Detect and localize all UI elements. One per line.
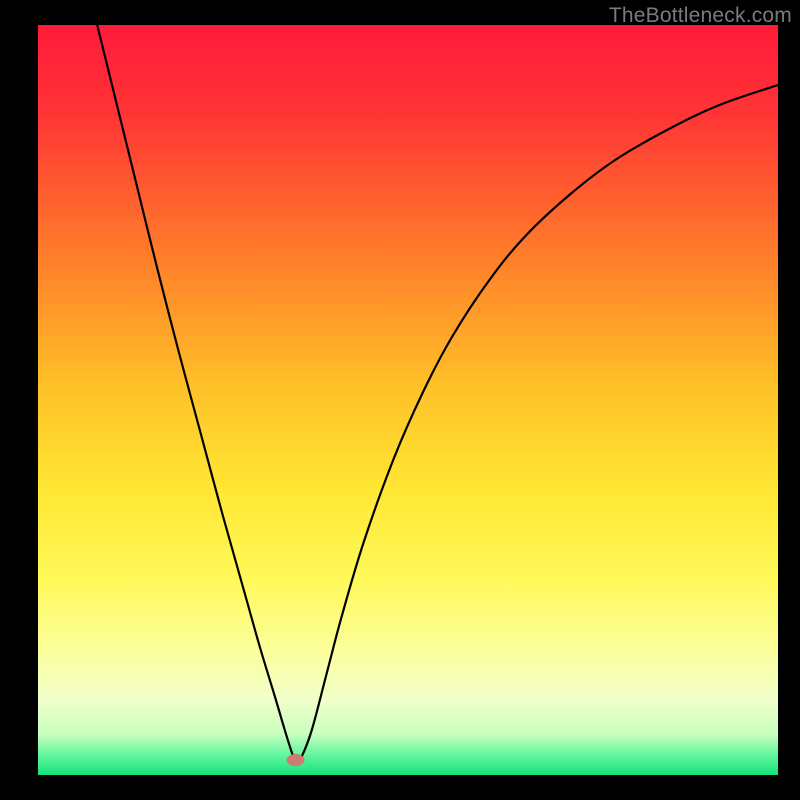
chart-min-marker	[287, 754, 305, 766]
chart-svg	[38, 25, 778, 775]
chart-background	[38, 25, 778, 775]
chart-frame: TheBottleneck.com	[0, 0, 800, 800]
chart-plot-area	[38, 25, 778, 775]
attribution-text: TheBottleneck.com	[609, 4, 792, 28]
